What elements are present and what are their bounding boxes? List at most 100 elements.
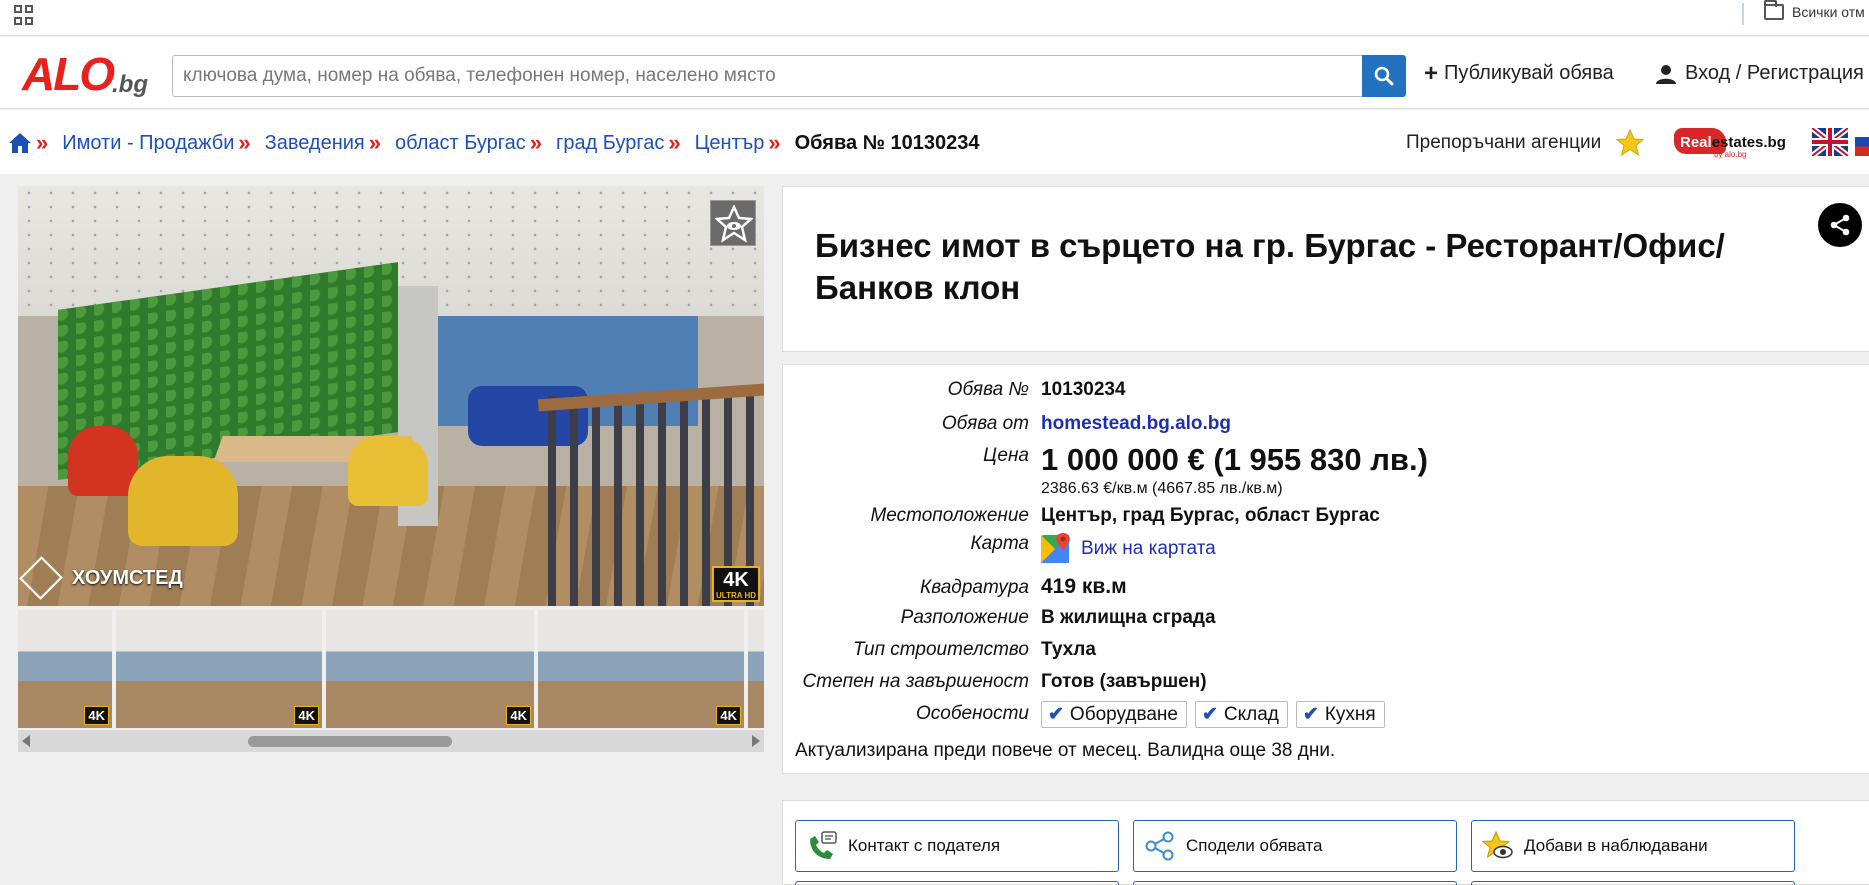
breadcrumb-separator: » (768, 130, 781, 155)
detail-row-from: Обява от homestead.bg.alo.bg (941, 413, 1232, 434)
detail-row-map: Карта Виж на картата (783, 533, 1216, 565)
site-logo[interactable]: ALO .bg (22, 49, 152, 99)
thumbnail-scrollbar[interactable] (18, 730, 764, 752)
detail-row-placement: Разположение В жилищна сграда (900, 607, 1216, 628)
agency-logo-icon (19, 556, 63, 600)
search-input[interactable] (172, 55, 1364, 97)
check-icon: ✔ (1048, 704, 1064, 725)
price-value: 1 000 000 € (1 955 830 лв.) (1041, 442, 1428, 477)
bookmarks-separator (1742, 3, 1744, 25)
feature-tag: ✔ Кухня (1295, 701, 1385, 728)
thumbnail[interactable]: 4K (18, 610, 112, 728)
recommended-agencies-label: Препоръчани агенции (1406, 132, 1602, 153)
contact-seller-label: Контакт с подателя (848, 836, 1001, 855)
share-button[interactable] (1818, 203, 1862, 247)
scroll-thumb[interactable] (248, 736, 452, 747)
bookmarks-bar: Всички отм (0, 0, 1869, 36)
seller-link[interactable]: homestead.bg.alo.bg (1041, 413, 1231, 434)
breadcrumb-item-property-sales[interactable]: Имоти - Продажби (62, 132, 234, 155)
phone-icon (810, 831, 837, 859)
breadcrumb-separator: » (36, 130, 49, 155)
partner-logo-realestates[interactable]: Realestates.bg by alo.bg (1674, 126, 1802, 159)
thumbnail[interactable]: 4K (116, 610, 322, 728)
bookmark-folder-all[interactable]: Всички отм (1764, 0, 1865, 20)
favorite-button[interactable] (710, 200, 756, 246)
breadcrumb-current: Обява № 10130234 (794, 131, 980, 154)
completion-value: Готов (завършен) (1041, 671, 1207, 692)
scroll-left-icon[interactable] (22, 735, 30, 747)
breadcrumb-item-venues[interactable]: Заведения (265, 132, 365, 155)
logo-main-text: ALO (22, 48, 115, 100)
english-flag-icon[interactable] (1812, 128, 1848, 156)
contact-seller-button[interactable]: Контакт с подателя (795, 820, 1119, 872)
russian-flag-icon[interactable] (1855, 128, 1869, 156)
breadcrumb: » Имоти - Продажби » Заведения » област … (8, 130, 980, 156)
share-icon (1830, 214, 1850, 236)
detail-row-area: Квадратура 419 кв.м (920, 575, 1127, 598)
search-icon (1374, 66, 1394, 86)
recommended-agencies[interactable]: Препоръчани агенции (1406, 128, 1645, 158)
breadcrumb-item-district[interactable]: Център (695, 132, 765, 155)
feature-tag: ✔ Склад (1194, 701, 1288, 728)
detail-row-features: Особености ✔ Оборудване ✔ Склад ✔ Кухня (783, 701, 1393, 728)
listing-title: Бизнес имот в сърцето на гр. Бургас - Ре… (815, 227, 1725, 306)
breadcrumb-separator: » (529, 130, 543, 155)
home-icon[interactable] (8, 132, 32, 154)
scroll-right-icon[interactable] (752, 735, 760, 747)
search-button[interactable] (1362, 55, 1406, 97)
star-eye-icon (715, 205, 753, 243)
partner-logo-by: by alo.bg (1714, 150, 1747, 159)
plus-icon: + (1424, 59, 1439, 87)
bookmark-folder-label: Всички отм (1792, 4, 1865, 20)
login-register-label: Вход / Регистрация (1685, 62, 1864, 84)
listing-title-panel: Бизнес имот в сърцето на гр. Бургас - Ре… (782, 186, 1869, 352)
publish-ad-label: Публикувай обява (1444, 62, 1614, 84)
thumbnail[interactable]: 4K (326, 610, 534, 728)
folder-icon (1764, 0, 1784, 20)
detail-row-id: Обява № 10130234 (947, 379, 1126, 400)
breadcrumb-separator: » (238, 130, 251, 155)
add-to-watchlist-button[interactable]: Добави в наблюдавани (1471, 820, 1795, 872)
detail-row-location: Местоположение Център, град Бургас, обла… (870, 505, 1380, 526)
price-per-sqm: 2386.63 €/кв.м (4667.85 лв./кв.м) (1041, 480, 1283, 497)
site-header: ALO .bg + Публикувай обява Вход / Регист… (0, 37, 1869, 109)
breadcrumb-separator: » (368, 130, 382, 155)
google-maps-icon (1041, 533, 1070, 563)
check-icon: ✔ (1302, 704, 1319, 725)
thumbnail-strip: 4K 4K 4K 4K (18, 610, 764, 728)
view-on-map-link[interactable]: Виж на картата (1081, 538, 1216, 560)
thumbnail[interactable] (748, 610, 764, 728)
share-listing-button[interactable]: Сподели обявата (1133, 820, 1457, 872)
publish-ad-link[interactable]: + Публикувай обява (1424, 59, 1614, 87)
breadcrumb-row: » Имоти - Продажби » Заведения » област … (0, 110, 1869, 174)
star-watch-icon (1482, 831, 1513, 859)
thumbnail[interactable]: 4K (538, 610, 744, 728)
partner-logo-text: Realestates.bg (1680, 134, 1786, 151)
construction-value: Тухла (1041, 639, 1096, 660)
feature-tag: ✔ Оборудване (1041, 701, 1187, 728)
login-register-link[interactable]: Вход / Регистрация (1655, 62, 1864, 85)
logo-suffix-text: .bg (112, 71, 148, 98)
share-nodes-icon (1145, 831, 1174, 861)
check-icon: ✔ (1201, 704, 1218, 725)
apps-grid-icon[interactable] (14, 5, 34, 25)
add-to-watchlist-label: Добави в наблюдавани (1524, 836, 1708, 855)
listing-details: Обява № 10130234 Обява от homestead.bg.a… (782, 364, 1869, 774)
detail-row-price: Цена 1 000 000 € (1 955 830 лв.) 2386.63… (983, 442, 1428, 498)
listing-id: 10130234 (1041, 379, 1126, 400)
updated-note: Актуализирана преди повече от месец. Вал… (795, 740, 1336, 761)
area-value: 419 кв.м (1041, 575, 1127, 598)
placement-value: В жилищна сграда (1041, 607, 1216, 628)
share-listing-label: Сподели обявата (1186, 836, 1323, 855)
detail-row-completion: Степен на завършеност Готов (завършен) (802, 671, 1207, 692)
breadcrumb-item-region[interactable]: област Бургас (395, 132, 526, 155)
breadcrumb-separator: » (668, 130, 681, 155)
4k-badge: 4K ULTRA HD (712, 566, 760, 602)
agency-watermark: ХОУМСТЕД (19, 556, 183, 600)
user-icon (1656, 64, 1676, 84)
location-value: Център, град Бургас, област Бургас (1041, 505, 1380, 526)
detail-row-construction: Тип строителство Тухла (853, 639, 1096, 660)
main-photo[interactable]: ХОУМСТЕД 4K ULTRA HD (18, 186, 764, 606)
action-buttons: Контакт с подателя Сподели обявата Добав… (782, 800, 1869, 885)
breadcrumb-item-city[interactable]: град Бургас (556, 132, 664, 155)
